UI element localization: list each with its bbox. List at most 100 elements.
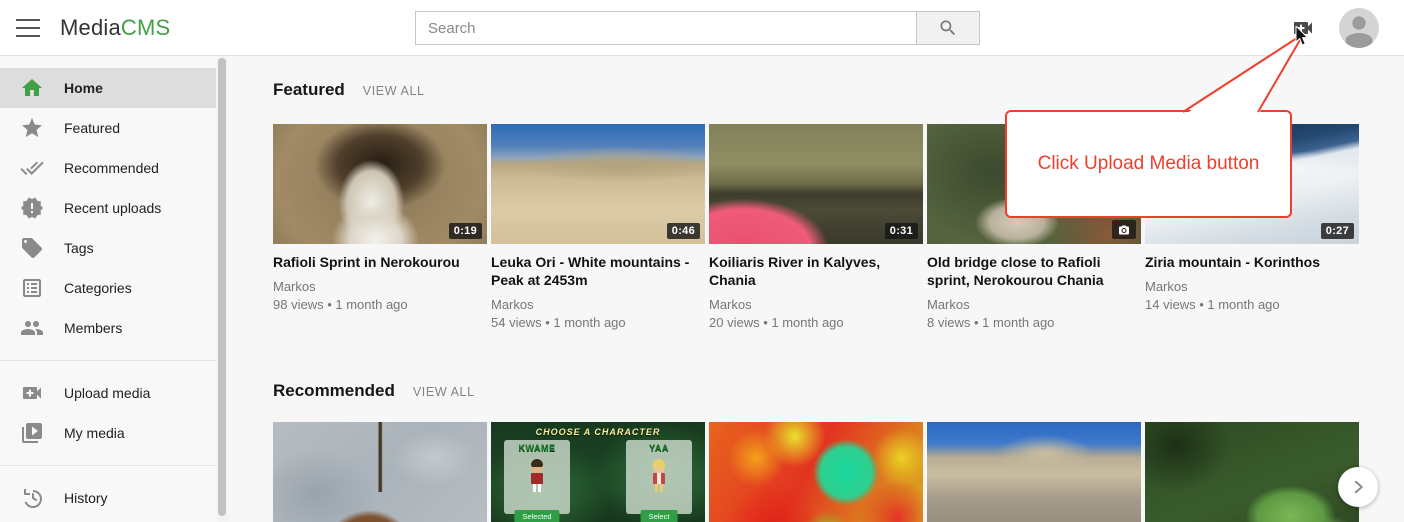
- sidebar-item-label: Recent uploads: [64, 200, 161, 216]
- mountain-ridge-thumbnail[interactable]: [927, 422, 1141, 522]
- sidebar-nav: Home Featured Recommended Recent uploads…: [0, 56, 216, 522]
- sidebar-item-upload-media[interactable]: Upload media: [0, 373, 216, 413]
- media-author[interactable]: Markos: [709, 297, 923, 312]
- done-all-icon: [20, 156, 44, 180]
- media-card[interactable]: [709, 422, 923, 522]
- character-name: KWAME: [504, 443, 570, 453]
- recommended-section-header: Recommended VIEW ALL: [273, 381, 475, 401]
- media-title[interactable]: Leuka Ori - White mountains - Peak at 24…: [491, 253, 705, 289]
- duration-badge: 0:27: [1321, 223, 1354, 239]
- media-author[interactable]: Markos: [927, 297, 1141, 312]
- media-title[interactable]: Old bridge close to Rafioli sprint, Nero…: [927, 253, 1141, 289]
- media-meta: 98 views • 1 month ago: [273, 297, 487, 312]
- character-name: YAA: [626, 443, 692, 453]
- mediacms-app: MediaCMS Home Featured Recommended: [0, 0, 1404, 522]
- recommended-view-all-link[interactable]: VIEW ALL: [413, 385, 475, 399]
- character-sprite: [649, 459, 669, 493]
- abstract-colors-thumbnail[interactable]: [709, 422, 923, 522]
- tutorial-callout: Click Upload Media button: [1005, 110, 1292, 218]
- scrollbar-thumb[interactable]: [218, 58, 226, 516]
- media-author[interactable]: Markos: [1145, 279, 1359, 294]
- duration-badge: 0:46: [667, 223, 700, 239]
- new-releases-icon: [20, 196, 44, 220]
- sidebar-item-label: Tags: [64, 240, 94, 256]
- pumpkin-craft-thumbnail[interactable]: [273, 422, 487, 522]
- sidebar-item-home[interactable]: Home: [0, 68, 216, 108]
- photo-camera-icon: [1118, 224, 1130, 236]
- video-thumbnail[interactable]: 0:19: [273, 124, 487, 244]
- sidebar-item-label: Recommended: [64, 160, 159, 176]
- media-title[interactable]: Ziria mountain - Korinthos: [1145, 253, 1359, 271]
- media-meta: 54 views • 1 month ago: [491, 315, 705, 330]
- green-leaves-thumbnail[interactable]: [1145, 422, 1359, 522]
- sidebar-scrollbar[interactable]: [217, 56, 228, 522]
- photo-type-badge: [1112, 220, 1136, 239]
- sidebar-item-label: My media: [64, 425, 125, 441]
- media-card[interactable]: [273, 422, 487, 522]
- search-input[interactable]: [416, 12, 916, 44]
- media-meta: 8 views • 1 month ago: [927, 315, 1141, 330]
- chevron-right-icon: [1349, 478, 1367, 496]
- media-author[interactable]: Markos: [491, 297, 705, 312]
- people-icon: [20, 316, 44, 340]
- upload-media-icon: [1290, 16, 1316, 40]
- sidebar-item-categories[interactable]: Categories: [0, 268, 216, 308]
- star-icon: [20, 116, 44, 140]
- media-author[interactable]: Markos: [273, 279, 487, 294]
- media-card[interactable]: [1145, 422, 1359, 522]
- list-alt-icon: [20, 276, 44, 300]
- sidebar-item-label: Home: [64, 80, 103, 96]
- duration-badge: 0:19: [449, 223, 482, 239]
- media-card[interactable]: [927, 422, 1141, 522]
- sidebar-item-history[interactable]: History: [0, 478, 216, 518]
- logo-suffix: CMS: [121, 15, 171, 40]
- sidebar-divider: [0, 360, 216, 361]
- history-icon: [20, 486, 44, 510]
- sidebar-item-tags[interactable]: Tags: [0, 228, 216, 268]
- sidebar-item-label: Upload media: [64, 385, 150, 401]
- media-meta: 14 views • 1 month ago: [1145, 297, 1359, 312]
- upload-media-button[interactable]: [1290, 16, 1316, 40]
- video-thumbnail[interactable]: 0:46: [491, 124, 705, 244]
- home-icon: [20, 76, 44, 100]
- sidebar-item-label: Categories: [64, 280, 132, 296]
- search-button[interactable]: [916, 12, 979, 44]
- media-card[interactable]: 0:31 Koiliaris River in Kalyves, Chania …: [709, 124, 923, 330]
- carousel-next-button[interactable]: [1338, 467, 1378, 507]
- top-bar: MediaCMS: [0, 0, 1404, 56]
- callout-text: Click Upload Media button: [1038, 153, 1260, 175]
- sidebar-item-recommended[interactable]: Recommended: [0, 148, 216, 188]
- video-library-icon: [20, 421, 44, 445]
- sidebar-item-label: Featured: [64, 120, 120, 136]
- sidebar-item-my-media[interactable]: My media: [0, 413, 216, 453]
- selected-button: Selected: [514, 510, 559, 522]
- media-title[interactable]: Rafioli Sprint in Nerokourou: [273, 253, 487, 271]
- video-thumbnail[interactable]: 0:31: [709, 124, 923, 244]
- media-title[interactable]: Koiliaris River in Kalyves, Chania: [709, 253, 923, 289]
- upload-media-icon: [20, 381, 44, 405]
- media-card[interactable]: 0:46 Leuka Ori - White mountains - Peak …: [491, 124, 705, 330]
- featured-view-all-link[interactable]: VIEW ALL: [363, 84, 425, 98]
- select-button: Select: [641, 510, 678, 522]
- recommended-row: CHOOSE A CHARACTER KWAME Selected YAA Se…: [273, 422, 1359, 522]
- sidebar-item-recent-uploads[interactable]: Recent uploads: [0, 188, 216, 228]
- character-panel-right: YAA Select: [626, 440, 692, 514]
- sidebar-item-label: History: [64, 490, 108, 506]
- media-card[interactable]: CHOOSE A CHARACTER KWAME Selected YAA Se…: [491, 422, 705, 522]
- person-icon: [1339, 8, 1379, 48]
- duration-badge: 0:31: [885, 223, 918, 239]
- sidebar-divider: [0, 465, 216, 466]
- user-avatar[interactable]: [1339, 8, 1379, 48]
- sidebar-item-featured[interactable]: Featured: [0, 108, 216, 148]
- media-card[interactable]: 0:19 Rafioli Sprint in Nerokourou Markos…: [273, 124, 487, 330]
- tag-icon: [20, 236, 44, 260]
- logo-prefix: Media: [60, 15, 121, 40]
- game-character-select-thumbnail[interactable]: CHOOSE A CHARACTER KWAME Selected YAA Se…: [491, 422, 705, 522]
- character-panel-left: KWAME Selected: [504, 440, 570, 514]
- sidebar-item-label: Members: [64, 320, 122, 336]
- media-meta: 20 views • 1 month ago: [709, 315, 923, 330]
- character-sprite: [527, 459, 547, 493]
- app-logo[interactable]: MediaCMS: [60, 15, 170, 41]
- sidebar-item-members[interactable]: Members: [0, 308, 216, 348]
- menu-icon[interactable]: [16, 19, 40, 37]
